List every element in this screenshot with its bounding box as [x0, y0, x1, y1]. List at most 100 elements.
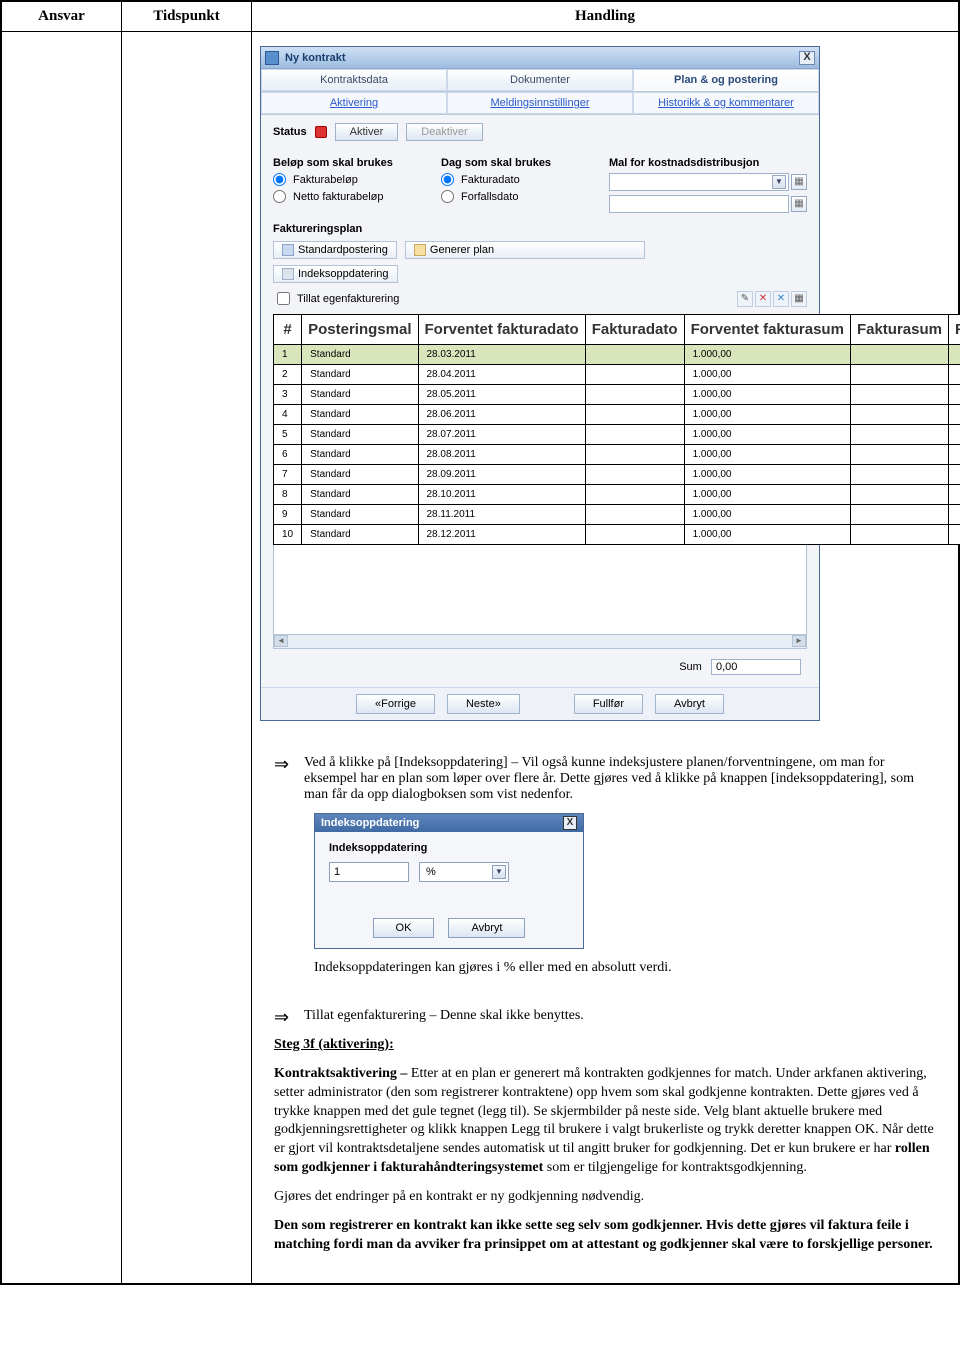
grid-header-cell[interactable]: Forventet fakturadato [418, 315, 585, 345]
ok-button[interactable]: OK [373, 918, 435, 938]
indeks-value-input[interactable] [329, 862, 409, 882]
ny-kontrakt-dialog: Ny kontrakt X Kontraktsdata Dokumenter P… [260, 46, 820, 721]
grid-header-cell[interactable]: Fakturadato [585, 315, 684, 345]
step3f-heading: Steg 3f (aktivering): [274, 1036, 936, 1055]
table-row[interactable]: 7Standard28.09.20111.000,00 [274, 465, 960, 485]
grid-header-cell[interactable]: Forventet fakturasum [684, 315, 850, 345]
generer-plan-button[interactable]: Generer plan [405, 241, 645, 259]
header-tidspunkt: Tidspunkt [122, 2, 252, 32]
mal-action-icon[interactable]: ▦ [791, 174, 807, 190]
grid-toolbar-icon-3[interactable]: ✕ [773, 291, 789, 307]
mal-action-icon-2[interactable]: ▦ [791, 196, 807, 212]
group-dag-label: Dag som skal brukes [441, 157, 589, 169]
radio-forfallsdato-label: Forfallsdato [461, 191, 518, 203]
doc-icon [282, 244, 294, 256]
sum-label: Sum [679, 661, 702, 673]
faktureringsplan-label: Faktureringsplan [273, 223, 807, 235]
radio-fakturabelop[interactable] [273, 173, 286, 186]
avbryt-button[interactable]: Avbryt [655, 694, 724, 714]
tab-aktivering[interactable]: Aktivering [261, 92, 447, 114]
scroll-left-icon[interactable]: ◄ [274, 635, 288, 647]
tab-dokumenter[interactable]: Dokumenter [447, 69, 633, 91]
scroll-right-icon[interactable]: ► [792, 635, 806, 647]
sum-input[interactable] [711, 659, 801, 675]
fullfor-button[interactable]: Fullfør [574, 694, 643, 714]
tab-row-2: Aktivering Meldingsinnstillinger Histori… [261, 92, 819, 115]
procedure-table: Ansvar Tidspunkt Handling Ny kontrakt X … [1, 1, 959, 1284]
deaktiver-button[interactable]: Deaktiver [406, 123, 482, 141]
indeksoppdatering-dialog: Indeksoppdatering X Indeksoppdatering % … [314, 813, 584, 949]
tab-row-1: Kontraktsdata Dokumenter Plan & og poste… [261, 69, 819, 92]
aktiver-button[interactable]: Aktiver [335, 123, 399, 141]
grid-header-cell[interactable]: # [274, 315, 302, 345]
arrow-icon: ⇒ [274, 1008, 294, 1026]
header-ansvar: Ansvar [2, 2, 122, 32]
status-label: Status [273, 126, 307, 138]
step3f-para3: Den som registrerer en kontrakt kan ikke… [274, 1217, 936, 1255]
table-row[interactable]: 3Standard28.05.20111.000,00 [274, 385, 960, 405]
app-icon [265, 51, 279, 65]
table-row[interactable]: 4Standard28.06.20111.000,00 [274, 405, 960, 425]
cell-tidspunkt [122, 32, 252, 1284]
para-tillat: Tillat egenfakturering – Denne skal ikke… [304, 1008, 584, 1026]
chevron-down-icon: ▼ [492, 865, 506, 879]
dlg2-label: Indeksoppdatering [329, 842, 569, 854]
tab-kontraktsdata[interactable]: Kontraktsdata [261, 69, 447, 91]
grid-toolbar-icon-4[interactable]: ▦ [791, 291, 807, 307]
radio-forfallsdato[interactable] [441, 190, 454, 203]
grid-header-cell[interactable]: Posteringsmal [302, 315, 418, 345]
close-icon[interactable]: X [563, 816, 577, 830]
dlg2-titlebar[interactable]: Indeksoppdatering X [315, 814, 583, 832]
table-row[interactable]: 6Standard28.08.20111.000,00 [274, 445, 960, 465]
mal-dropdown-1[interactable]: ▼ [609, 173, 789, 191]
dialog-title: Ny kontrakt [285, 52, 799, 64]
radio-fakturabelop-label: Fakturabeløp [293, 174, 358, 186]
gen-icon [414, 244, 426, 256]
grid-header-cell[interactable]: Fakturasum [850, 315, 948, 345]
indeksoppdatering-button[interactable]: Indeksoppdatering [273, 265, 398, 283]
table-row[interactable]: 8Standard28.10.20111.000,00 [274, 485, 960, 505]
avbryt-button[interactable]: Avbryt [448, 918, 525, 938]
group-belop-label: Beløp som skal brukes [273, 157, 421, 169]
grid-scrollbar[interactable]: ◄► [273, 635, 807, 649]
plan-grid[interactable]: #PosteringsmalForventet fakturadatoFaktu… [273, 314, 960, 545]
grid-header-cell[interactable]: Fakturanummer [948, 315, 960, 345]
index-icon [282, 268, 294, 280]
chevron-down-icon: ▼ [772, 175, 786, 189]
radio-netto[interactable] [273, 190, 286, 203]
grid-toolbar-icon-2[interactable]: ✕ [755, 291, 771, 307]
step3f-para1: Kontraktsaktivering – Etter at en plan e… [274, 1065, 936, 1178]
cell-handling: Ny kontrakt X Kontraktsdata Dokumenter P… [252, 32, 959, 1284]
indeks-unit-dropdown[interactable]: % ▼ [419, 862, 509, 882]
table-row[interactable]: 2Standard28.04.20111.000,00 [274, 365, 960, 385]
dlg2-title: Indeksoppdatering [321, 817, 563, 829]
cell-ansvar [2, 32, 122, 1284]
table-row[interactable]: 1Standard28.03.20111.000,00 [274, 345, 960, 365]
step3f-para2: Gjøres det endringer på en kontrakt er n… [274, 1188, 936, 1207]
para-indeks-intro: Ved å klikke på [Indeksoppdatering] – Vi… [304, 755, 936, 803]
group-mal-label: Mal for kostnadsdistribusjon [609, 157, 807, 169]
arrow-icon: ⇒ [274, 755, 294, 803]
close-icon[interactable]: X [799, 51, 815, 65]
forrige-button[interactable]: «Forrige [356, 694, 435, 714]
tab-historikk[interactable]: Historikk & og kommentarer [633, 92, 819, 114]
mal-dropdown-2[interactable] [609, 195, 789, 213]
radio-fakturadato[interactable] [441, 173, 454, 186]
para-indeks-note: Indeksoppdateringen kan gjøres i % eller… [314, 959, 936, 978]
table-row[interactable]: 9Standard28.11.20111.000,00 [274, 505, 960, 525]
neste-button[interactable]: Neste» [447, 694, 520, 714]
grid-toolbar-icon-1[interactable]: ✎ [737, 291, 753, 307]
radio-netto-label: Netto fakturabeløp [293, 191, 384, 203]
dialog-titlebar[interactable]: Ny kontrakt X [261, 47, 819, 69]
header-handling: Handling [252, 2, 959, 32]
indeks-unit-value: % [426, 866, 436, 878]
tillat-egenfakturering-label: Tillat egenfakturering [297, 293, 399, 305]
status-indicator-icon [315, 126, 327, 138]
radio-fakturadato-label: Fakturadato [461, 174, 520, 186]
table-row[interactable]: 10Standard28.12.20111.000,00 [274, 525, 960, 545]
tab-plan-postering[interactable]: Plan & og postering [633, 69, 819, 91]
tab-meldingsinnstillinger[interactable]: Meldingsinnstillinger [447, 92, 633, 114]
table-row[interactable]: 5Standard28.07.20111.000,00 [274, 425, 960, 445]
tillat-egenfakturering-checkbox[interactable] [277, 292, 290, 305]
standardpostering-button[interactable]: Standardpostering [273, 241, 397, 259]
